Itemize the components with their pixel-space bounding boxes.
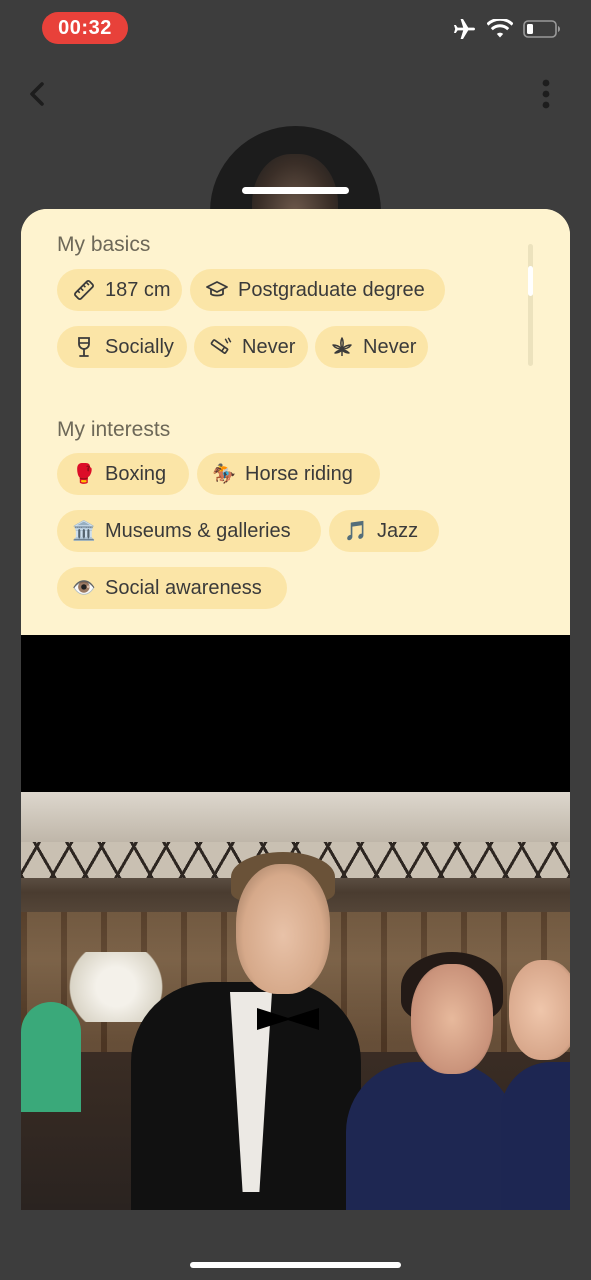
musical-note-icon: 🎵 [344,520,368,542]
photo-letterbox [21,635,570,792]
basics-title: My basics [57,233,151,256]
chip-label: Socially [105,335,174,358]
home-indicator[interactable] [190,1262,401,1268]
back-button[interactable] [22,78,54,110]
eye-icon: 👁️ [72,577,96,599]
basic-chip-smoking: Never [194,326,308,368]
top-nav [0,70,591,120]
chip-label: Never [363,335,417,358]
status-time: 00:32 [42,12,128,44]
photo-guest [21,1002,81,1112]
cannabis-leaf-icon [331,336,353,358]
status-bar: 00:32 [0,0,591,56]
scrollbar-thumb[interactable] [528,266,533,296]
interest-chip-social-awareness: 👁️ Social awareness [57,567,287,609]
airplane-icon [453,18,477,40]
basic-chip-cannabis: Never [315,326,428,368]
interest-chip-jazz: 🎵 Jazz [329,510,439,552]
photo-woman-head [411,964,493,1074]
photo-woman2-head [509,960,570,1060]
boxing-glove-icon: 🥊 [72,463,96,485]
chip-label: 187 cm [105,278,171,301]
interests-title: My interests [57,418,171,441]
wifi-icon [487,19,513,39]
interest-chip-museums: 🏛️ Museums & galleries [57,510,321,552]
more-vertical-icon [533,79,559,116]
sheet-grabber[interactable] [242,187,349,194]
graduation-cap-icon [206,279,228,301]
info-panel: My basics 187 cm Postgraduate degree Soc… [21,209,570,635]
interest-chip-horse-riding: 🏇 Horse riding [197,453,380,495]
scrollbar[interactable] [528,244,533,366]
basic-chip-height: 187 cm [57,269,182,311]
profile-sheet: My basics 187 cm Postgraduate degree Soc… [21,209,570,1210]
photo-canopy [21,792,570,842]
basic-chip-education: Postgraduate degree [190,269,445,311]
chip-label: Never [242,335,296,358]
chip-label: Boxing [105,462,167,485]
interest-chip-boxing: 🥊 Boxing [57,453,189,495]
wine-glass-icon [73,336,95,358]
classical-building-icon: 🏛️ [72,520,96,542]
photo-man-head [236,864,330,994]
chip-label: Horse riding [245,462,353,485]
status-icons [453,18,561,40]
horse-racing-icon: 🏇 [212,463,236,485]
more-options-button[interactable] [533,78,559,112]
profile-photo[interactable] [21,792,570,1210]
ruler-icon [73,279,95,301]
photo-woman-dress [346,1062,516,1210]
chevron-left-icon [22,82,54,114]
chip-label: Postgraduate degree [238,278,425,301]
battery-icon [523,19,561,39]
basic-chip-drinking: Socially [57,326,187,368]
photo-woman2-dress [501,1062,570,1210]
chip-label: Social awareness [105,576,262,599]
smoking-icon [210,336,232,358]
chip-label: Jazz [377,519,419,542]
chip-label: Museums & galleries [105,519,291,542]
